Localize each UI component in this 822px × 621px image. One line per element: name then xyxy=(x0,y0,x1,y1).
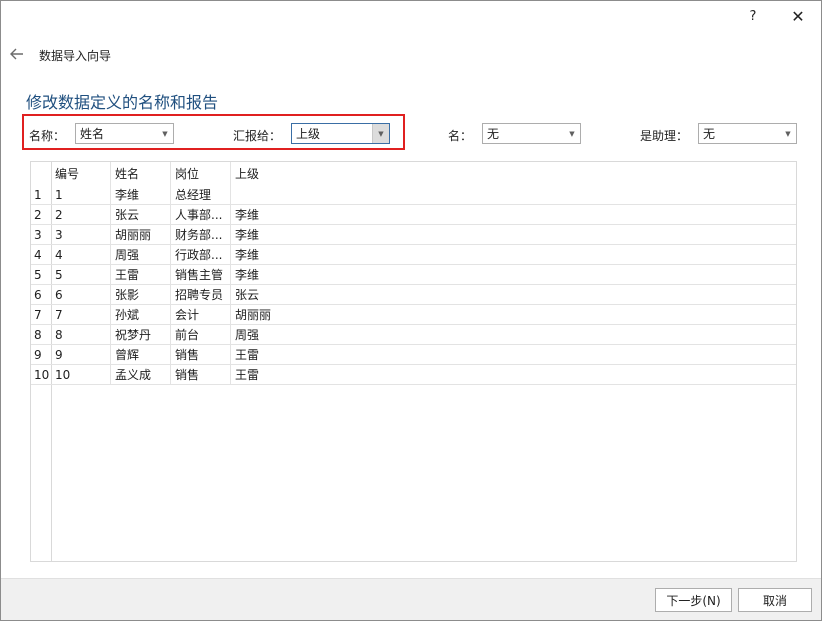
cell-name: 王雷 xyxy=(115,268,140,282)
cell-id: 6 xyxy=(55,288,63,302)
cell-id: 8 xyxy=(55,328,63,342)
chevron-down-icon: ▼ xyxy=(569,129,575,138)
header-row: 编号 姓名 岗位 上级 xyxy=(31,164,796,184)
table-row[interactable]: 5 5 王雷 销售主管 李维 xyxy=(31,265,796,285)
cell-name: 张影 xyxy=(115,288,140,302)
cell-id: 1 xyxy=(55,188,63,202)
cell-name: 胡丽丽 xyxy=(115,228,152,242)
table-row[interactable]: 6 6 张影 招聘专员 张云 xyxy=(31,285,796,305)
cell-name: 孙斌 xyxy=(115,308,140,322)
cell-position: 总经理 xyxy=(175,188,212,202)
cell-name: 孟义成 xyxy=(115,368,152,382)
row-number: 3 xyxy=(34,228,42,242)
ming-label: 名： xyxy=(448,129,473,143)
cell-position: 行政部... xyxy=(175,248,223,262)
cell-position: 人事部... xyxy=(175,208,223,222)
report-label: 汇报给： xyxy=(233,129,282,143)
row-number: 6 xyxy=(34,288,42,302)
row-number: 4 xyxy=(34,248,42,262)
help-icon[interactable]: ? xyxy=(738,5,768,27)
cell-manager: 李维 xyxy=(235,268,260,282)
chevron-down-icon: ▼ xyxy=(785,129,791,138)
cell-manager: 张云 xyxy=(235,288,260,302)
cell-manager xyxy=(235,185,295,205)
next-button[interactable]: 下一步(N) xyxy=(655,588,732,612)
cell-id: 2 xyxy=(55,208,63,222)
assistant-combo[interactable]: 无 ▼ xyxy=(698,123,797,144)
cell-id: 10 xyxy=(55,368,71,382)
cell-id: 3 xyxy=(55,228,63,242)
cell-manager: 李维 xyxy=(235,248,260,262)
table-row[interactable]: 9 9 曾辉 销售 王雷 xyxy=(31,345,796,365)
name-combo-value: 姓名 xyxy=(80,127,105,141)
back-arrow-glyph xyxy=(10,48,23,60)
name-combo[interactable]: 姓名 ▼ xyxy=(75,123,174,144)
cell-position: 招聘专员 xyxy=(175,288,224,302)
cell-manager: 王雷 xyxy=(235,348,260,362)
cell-position: 财务部... xyxy=(175,228,223,242)
chevron-down-icon: ▼ xyxy=(372,124,389,143)
table-row[interactable]: 2 2 张云 人事部... 李维 xyxy=(31,205,796,225)
cell-manager: 王雷 xyxy=(235,368,260,382)
report-combo[interactable]: 上级 ▼ xyxy=(291,123,390,144)
cell-position: 会计 xyxy=(175,308,200,322)
cell-id: 4 xyxy=(55,248,63,262)
cell-id: 5 xyxy=(55,268,63,282)
table-row[interactable]: 4 4 周强 行政部... 李维 xyxy=(31,245,796,265)
cell-position: 销售主管 xyxy=(175,268,224,282)
assistant-label: 是助理： xyxy=(640,129,689,143)
cell-id: 7 xyxy=(55,308,63,322)
cell-manager: 李维 xyxy=(235,208,260,222)
report-combo-value: 上级 xyxy=(296,127,321,141)
cell-manager: 李维 xyxy=(235,228,260,242)
close-icon[interactable]: ✕ xyxy=(783,5,813,27)
cell-position: 销售 xyxy=(175,368,200,382)
row-number: 9 xyxy=(34,348,42,362)
row-number: 1 xyxy=(34,188,42,202)
chevron-down-icon: ▼ xyxy=(162,129,168,138)
data-preview-grid[interactable]: 编号 姓名 岗位 上级 1 1 李维 总经理 2 2 张云 人事部... 李维 … xyxy=(30,161,797,562)
wizard-title: 数据导入向导 xyxy=(39,49,112,63)
cell-manager: 胡丽丽 xyxy=(235,308,272,322)
cell-manager: 周强 xyxy=(235,328,260,342)
cell-position: 销售 xyxy=(175,348,200,362)
back-arrow-icon[interactable] xyxy=(7,45,27,63)
row-number: 8 xyxy=(34,328,42,342)
cell-name: 周强 xyxy=(115,248,140,262)
dialog-footer: 下一步(N) 取消 xyxy=(1,578,821,620)
table-row[interactable]: 7 7 孙斌 会计 胡丽丽 xyxy=(31,305,796,325)
cell-name: 祝梦丹 xyxy=(115,328,152,342)
column-header[interactable]: 上级 xyxy=(235,164,295,184)
row-number: 2 xyxy=(34,208,42,222)
name-label: 名称： xyxy=(29,129,66,143)
assistant-combo-value: 无 xyxy=(703,127,716,141)
column-header[interactable]: 岗位 xyxy=(175,164,231,184)
import-wizard-dialog: ? ✕ 数据导入向导 修改数据定义的名称和报告 名称： 姓名 ▼ 汇报给： 上级… xyxy=(0,0,822,621)
row-number: 7 xyxy=(34,308,42,322)
column-header[interactable]: 姓名 xyxy=(115,164,171,184)
row-number: 10 xyxy=(34,368,50,382)
row-number: 5 xyxy=(34,268,42,282)
cell-name: 李维 xyxy=(115,188,140,202)
table-row[interactable]: 3 3 胡丽丽 财务部... 李维 xyxy=(31,225,796,245)
ming-combo-value: 无 xyxy=(487,127,500,141)
cancel-button[interactable]: 取消 xyxy=(738,588,812,612)
table-row[interactable]: 8 8 祝梦丹 前台 周强 xyxy=(31,325,796,345)
cell-name: 张云 xyxy=(115,208,140,222)
cell-id: 9 xyxy=(55,348,63,362)
ming-combo[interactable]: 无 ▼ xyxy=(482,123,581,144)
table-row[interactable]: 1 1 李维 总经理 xyxy=(31,185,796,205)
column-header[interactable]: 编号 xyxy=(55,164,109,184)
page-heading: 修改数据定义的名称和报告 xyxy=(26,93,219,112)
cell-position: 前台 xyxy=(175,328,200,342)
cell-name: 曾辉 xyxy=(115,348,140,362)
table-row[interactable]: 10 10 孟义成 销售 王雷 xyxy=(31,365,796,385)
